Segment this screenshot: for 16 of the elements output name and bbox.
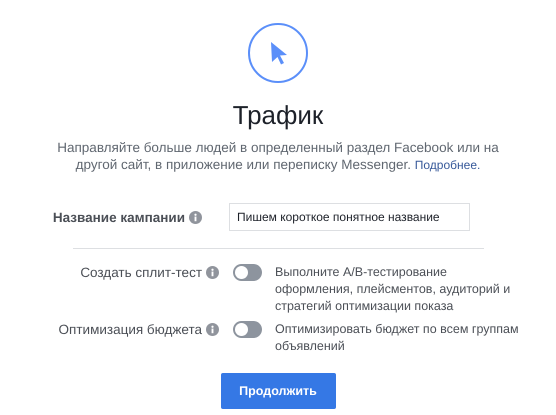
toggle-switch[interactable]	[233, 264, 262, 281]
info-icon[interactable]	[206, 266, 219, 279]
info-icon[interactable]	[206, 323, 219, 336]
learn-more-link[interactable]: Подробнее.	[414, 158, 480, 172]
continue-button[interactable]: Продолжить	[220, 373, 336, 409]
option-description: Выполните A/B-тестирование оформления, плейсментов, аудиторий и стратегий оптимизации показа	[275, 264, 512, 315]
campaign-name-field[interactable]: Пишем короткое понятное название	[229, 203, 470, 231]
option-description: Оптимизировать бюджет по всем группам объявлений	[275, 321, 520, 355]
page-title: Трафик	[232, 100, 324, 130]
description: Направляйте больше людей в определенный раздел Facebook или на другой сайт, в приложение или переписку Messenger. Подробнее.	[56, 139, 500, 174]
option-label: Создать сплит-тест	[80, 265, 202, 280]
field-label: Название кампании	[52, 210, 185, 224]
info-icon[interactable]	[189, 210, 202, 224]
cursor-icon	[248, 23, 308, 83]
option-label: Оптимизация бюджета	[58, 322, 202, 337]
toggle-switch[interactable]	[233, 321, 262, 338]
